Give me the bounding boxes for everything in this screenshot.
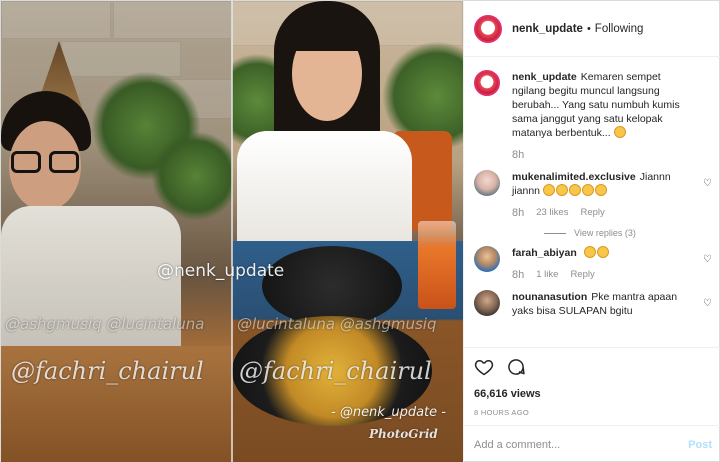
view-replies-label: View replies (3): [574, 228, 636, 238]
comment-like-heart-icon[interactable]: ♡: [703, 178, 712, 189]
post-timestamp[interactable]: 8 HOURS AGO: [474, 408, 712, 417]
comment-row: nounanasution Pke mantra apaan yaks bisa …: [474, 290, 712, 318]
reply-button[interactable]: Reply: [570, 268, 594, 282]
smile-emoji-icon: [596, 246, 609, 258]
laugh-emoji-icon: [568, 184, 581, 196]
header-separator: •: [586, 22, 591, 35]
comment-likes[interactable]: 1 like: [536, 268, 558, 282]
watermark-app: PhotoGrid: [369, 427, 438, 441]
reply-button[interactable]: Reply: [580, 206, 604, 220]
comment-username[interactable]: mukenalimited.exclusive: [512, 171, 636, 183]
comment-time[interactable]: 8h: [512, 206, 524, 220]
post-comment-button[interactable]: Post: [688, 439, 712, 451]
replies-line: [544, 232, 566, 234]
follow-status-button[interactable]: Following: [595, 23, 644, 35]
comment-like-heart-icon[interactable]: ♡: [703, 254, 712, 265]
watermark-main: @nenk_update: [157, 261, 285, 281]
watermark-credit: - @nenk_update -: [331, 405, 446, 420]
comment-row: farah_abiyan 8h 1 like Reply ♡: [474, 246, 712, 282]
caption: nenk_update Kemaren sempet ngilang begitu…: [474, 70, 712, 162]
view-replies-button[interactable]: View replies (3): [544, 228, 712, 238]
caption-time[interactable]: 8h: [512, 148, 524, 162]
comment-time[interactable]: 8h: [512, 268, 524, 282]
watermark-script-left: @fachri_chairul: [11, 357, 204, 385]
laugh-emoji-icon: [542, 184, 555, 196]
add-comment-input[interactable]: [474, 438, 689, 451]
post-header: nenk_update • Following: [464, 1, 720, 57]
post-sidebar: nenk_update • Following nenk_update Kemar…: [463, 1, 720, 462]
comment-like-heart-icon[interactable]: ♡: [703, 298, 712, 309]
laugh-emoji-icon: [555, 184, 568, 196]
caption-avatar[interactable]: [474, 70, 500, 96]
laugh-emoji-icon: [613, 126, 626, 138]
comment-row: mukenalimited.exclusive Jiannn jiannn 8h …: [474, 170, 712, 220]
photo-left: [1, 1, 232, 462]
post-media[interactable]: @nenk_update @ashgmusiq @lucintaluna @lu…: [1, 1, 463, 462]
comment-likes[interactable]: 23 likes: [536, 206, 568, 220]
laugh-emoji-icon: [594, 184, 607, 196]
laugh-emoji-icon: [581, 184, 594, 196]
commenter-avatar[interactable]: [474, 246, 500, 272]
watermark-script-right: @fachri_chairul: [239, 357, 432, 385]
commenter-avatar[interactable]: [474, 290, 500, 316]
watermark-faint-right: @lucintaluna @ashgmusiq: [237, 315, 437, 333]
author-avatar[interactable]: [474, 14, 502, 43]
view-count[interactable]: 66,616 views: [474, 388, 712, 400]
author-username[interactable]: nenk_update: [512, 23, 583, 35]
comment-icon[interactable]: [506, 357, 526, 381]
commenter-avatar[interactable]: [474, 170, 500, 196]
collage-divider: [231, 1, 233, 462]
comment-username[interactable]: nounanasution: [512, 291, 587, 303]
heart-icon[interactable]: [474, 357, 494, 381]
watermark-faint-left: @ashgmusiq @lucintaluna: [5, 315, 205, 333]
comment-username[interactable]: farah_abiyan: [512, 247, 577, 259]
instagram-post: @nenk_update @ashgmusiq @lucintaluna @lu…: [0, 0, 720, 462]
smile-emoji-icon: [583, 246, 596, 258]
post-actions: 66,616 views 8 HOURS AGO: [464, 347, 720, 417]
caption-username[interactable]: nenk_update: [512, 71, 577, 83]
photo-right: [232, 1, 463, 462]
add-comment-bar: Post: [464, 425, 720, 462]
comments-list[interactable]: nenk_update Kemaren sempet ngilang begitu…: [464, 58, 720, 346]
